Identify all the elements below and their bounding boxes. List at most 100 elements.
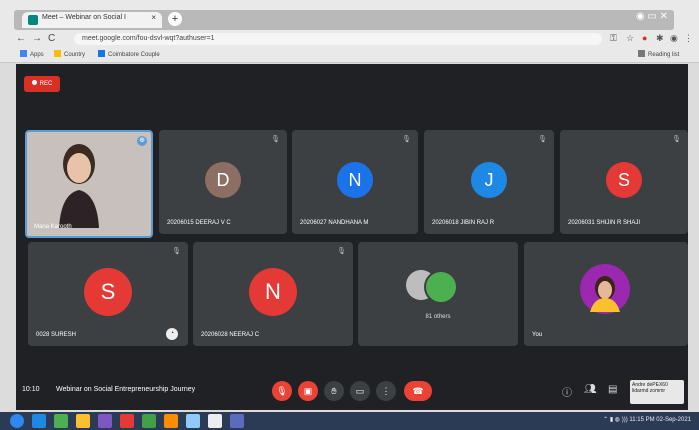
star-icon[interactable]: ☆ bbox=[626, 33, 634, 44]
group-avatar bbox=[424, 270, 458, 304]
mic-off-icon: 🎙︎ bbox=[402, 136, 411, 143]
meeting-title: Webinar on Social Entrepreneurship Journ… bbox=[56, 386, 196, 393]
reload-button[interactable]: C bbox=[48, 33, 55, 44]
chrome-icon[interactable] bbox=[208, 414, 222, 428]
avatar: N bbox=[249, 268, 297, 316]
edge-icon[interactable] bbox=[32, 414, 46, 428]
forward-button[interactable]: → bbox=[32, 33, 42, 44]
close-icon[interactable]: × bbox=[151, 13, 156, 22]
bookmarks-bar: Apps Country Coimbatore Couple Reading l… bbox=[20, 50, 690, 62]
participant-tile[interactable]: 🎙︎ J 20206018 JIBIN RAJ R bbox=[424, 130, 554, 234]
mic-off-icon: 🎙︎ bbox=[271, 136, 280, 143]
tray-icons: ⌃ ▮ ◍ ))) bbox=[603, 417, 630, 423]
extension-icon[interactable]: ● bbox=[642, 33, 647, 43]
mic-toggle-button[interactable]: 🎙︎ bbox=[272, 381, 292, 401]
chat-icon[interactable]: ▤ bbox=[608, 384, 617, 395]
self-tile[interactable]: You bbox=[524, 242, 688, 346]
bookmark-apps[interactable]: Apps bbox=[20, 50, 44, 58]
people-icon[interactable]: 👥︎ bbox=[584, 384, 597, 395]
participant-tile[interactable]: 🎙︎ N 20206027 NANDHANA M bbox=[292, 130, 418, 234]
camera-toggle-button[interactable]: ▣ bbox=[298, 381, 318, 401]
tab-meet[interactable]: Meet – Webinar on Social I × bbox=[22, 12, 162, 28]
mic-off-icon: 🎙︎ bbox=[672, 136, 681, 143]
reading-list-icon bbox=[638, 50, 645, 57]
camera-off-icon: ▣ bbox=[303, 386, 313, 396]
participant-tile-video[interactable]: ⊕ Maria Karooth bbox=[25, 130, 153, 238]
app-icon[interactable] bbox=[142, 414, 156, 428]
raise-hand-button[interactable]: ✋︎ bbox=[324, 381, 344, 401]
mic-off-icon: 🎙︎ bbox=[538, 136, 547, 143]
participant-tile[interactable]: 🎙︎ N 20206028 NEERAJ C bbox=[193, 242, 353, 346]
participant-name: 0028 SURESH bbox=[36, 332, 77, 338]
participant-tile[interactable]: 🎙︎ S 20206031 SHIJIN R SHAJI bbox=[560, 130, 688, 234]
avatar: S bbox=[606, 162, 642, 198]
hand-icon: ✋︎ bbox=[331, 386, 337, 396]
present-button[interactable]: ▭ bbox=[350, 381, 370, 401]
participant-name: Maria Karooth bbox=[34, 224, 72, 230]
participant-name: 20206018 JIBIN RAJ R bbox=[432, 220, 495, 226]
address-bar: ← → C meet.google.com/fou-dsvl-wqt?authu… bbox=[16, 33, 693, 47]
bookmark-country[interactable]: Country bbox=[54, 50, 85, 58]
mic-off-icon: 🎙︎ bbox=[172, 248, 181, 255]
avatar: J bbox=[471, 162, 507, 198]
participant-name: 20206027 NANDHANA M bbox=[300, 220, 369, 226]
new-tab-button[interactable]: + bbox=[168, 12, 182, 26]
tooltip: Andre dePEX60 lidarmd zommr bbox=[630, 380, 684, 404]
meet-icon bbox=[28, 15, 38, 25]
folder-icon[interactable] bbox=[76, 414, 90, 428]
firefox-icon[interactable] bbox=[164, 414, 178, 428]
recording-badge: REC bbox=[24, 76, 60, 92]
app-icon[interactable] bbox=[120, 414, 134, 428]
meet-stage: REC ⊕ Maria Karooth 🎙︎ D 20206015 DEERAJ… bbox=[16, 64, 688, 410]
hang-up-icon: ☎︎ bbox=[412, 386, 424, 396]
record-dot-icon bbox=[31, 80, 37, 85]
participant-tile[interactable]: 🎙︎ S 0028 SURESH ◔ bbox=[28, 242, 188, 346]
participant-name: 20206015 DEERAJ V C bbox=[167, 220, 231, 226]
avatar: N bbox=[337, 162, 373, 198]
tray-date: 02-Sep-2021 bbox=[656, 417, 691, 423]
participant-tile[interactable]: 🎙︎ D 20206015 DEERAJ V C bbox=[159, 130, 287, 234]
speaking-icon: ◔ bbox=[166, 328, 178, 340]
mic-off-icon: 🎙︎ bbox=[276, 386, 288, 396]
more-icon: ⋮ bbox=[381, 386, 391, 396]
window-controls[interactable]: ◉ ▭ ✕ bbox=[636, 11, 668, 22]
info-icon[interactable]: ⓘ bbox=[562, 384, 572, 399]
bookmark-coimbatore[interactable]: Coimbatore Couple bbox=[98, 50, 160, 58]
avatar: D bbox=[205, 162, 241, 198]
pin-icon[interactable]: ⊕ bbox=[137, 136, 147, 146]
participant-name: 20206031 SHIJIN R SHAJI bbox=[568, 220, 641, 226]
participant-tile-group[interactable]: 81 others bbox=[358, 242, 518, 346]
profile-avatar[interactable]: ◉ bbox=[670, 33, 678, 44]
reading-list[interactable]: Reading list bbox=[638, 50, 679, 58]
leave-call-button[interactable]: ☎︎ bbox=[404, 381, 432, 401]
more-options-button[interactable]: ⋮ bbox=[376, 381, 396, 401]
others-count: 81 others bbox=[425, 314, 451, 320]
app-icon[interactable] bbox=[230, 414, 244, 428]
mic-off-icon: 🎙︎ bbox=[337, 248, 346, 255]
app-icon[interactable] bbox=[54, 414, 68, 428]
system-tray[interactable]: ⌃ ▮ ◍ ))) 11:15 PM 02-Sep-2021 bbox=[603, 416, 691, 423]
app-icon[interactable] bbox=[186, 414, 200, 428]
person-video bbox=[53, 138, 105, 228]
self-avatar bbox=[580, 264, 630, 314]
taskbar: ⌃ ▮ ◍ ))) 11:15 PM 02-Sep-2021 bbox=[0, 412, 699, 430]
browser-window: Meet – Webinar on Social I × + ◉ ▭ ✕ ← →… bbox=[0, 0, 699, 63]
present-icon: ▭ bbox=[355, 386, 365, 396]
avatar: S bbox=[84, 268, 132, 316]
folder-icon bbox=[54, 50, 61, 57]
media-icon[interactable] bbox=[98, 414, 112, 428]
participant-name: You bbox=[532, 332, 543, 338]
tab-title: Meet – Webinar on Social I bbox=[42, 14, 126, 21]
back-button[interactable]: ← bbox=[16, 33, 26, 44]
tray-time: 11:15 PM bbox=[629, 417, 655, 423]
key-icon[interactable]: ⚿ bbox=[610, 33, 617, 44]
apps-icon bbox=[20, 50, 27, 57]
participant-name: 20206028 NEERAJ C bbox=[201, 332, 260, 338]
puzzle-icon[interactable]: ✱ bbox=[656, 33, 664, 44]
meeting-controls: 10:10 Webinar on Social Entrepreneurship… bbox=[16, 374, 688, 410]
meeting-time: 10:10 bbox=[22, 386, 40, 393]
menu-icon[interactable]: ⋮ bbox=[684, 33, 693, 44]
tab-strip: Meet – Webinar on Social I × + ◉ ▭ ✕ bbox=[14, 10, 674, 30]
url-input[interactable]: meet.google.com/fou-dsvl-wqt?authuser=1 bbox=[74, 33, 602, 45]
windows-start-icon[interactable] bbox=[10, 414, 24, 428]
